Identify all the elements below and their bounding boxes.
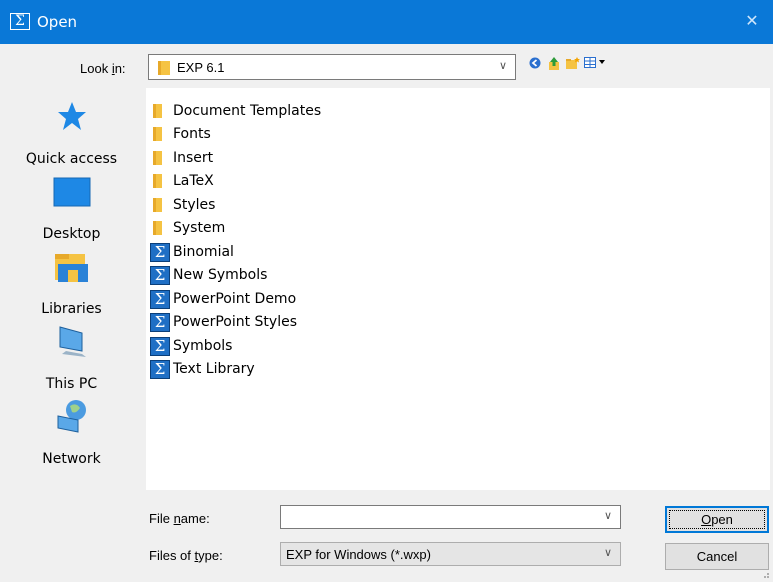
list-item[interactable]: Σ Symbols <box>150 335 232 357</box>
resize-grip-icon[interactable] <box>760 569 770 579</box>
list-item[interactable]: Document Templates <box>150 100 321 122</box>
place-label: This PC <box>45 376 98 392</box>
look-in-value: EXP 6.1 <box>177 60 225 75</box>
look-in-dropdown[interactable]: EXP 6.1 ∨ <box>148 54 516 80</box>
desktop-icon <box>53 177 90 207</box>
back-icon[interactable] <box>527 55 543 71</box>
folder-icon <box>150 148 170 168</box>
sigma-file-icon: Σ <box>150 312 170 332</box>
list-item[interactable]: Styles <box>150 194 215 216</box>
up-folder-icon[interactable] <box>546 55 562 71</box>
folder-icon <box>150 218 170 238</box>
sigma-file-icon: Σ <box>150 242 170 262</box>
sigma-file-icon: Σ <box>150 289 170 309</box>
chevron-down-icon[interactable]: ∨ <box>604 509 612 522</box>
dialog-title: Open <box>37 13 78 31</box>
file-list[interactable]: Document Templates Fonts Insert LaTeX St… <box>146 88 770 490</box>
open-button[interactable]: Open <box>665 506 769 533</box>
navigation-toolbar <box>527 55 606 71</box>
file-name-label: File name: <box>149 511 210 526</box>
place-desktop[interactable]: Desktop <box>6 167 137 242</box>
list-item[interactable]: Σ New Symbols <box>150 264 267 286</box>
quick-access-star-icon <box>57 102 86 130</box>
list-item[interactable]: Σ PowerPoint Demo <box>150 288 296 310</box>
list-item[interactable]: Insert <box>150 147 213 169</box>
folder-icon <box>150 124 170 144</box>
sigma-icon: Σ <box>10 13 30 30</box>
place-quick-access[interactable]: Quick access <box>6 92 137 167</box>
chevron-down-icon: ∨ <box>603 546 612 559</box>
place-network[interactable]: Network <box>6 392 137 467</box>
sigma-file-icon: Σ <box>150 265 170 285</box>
files-of-type-value: EXP for Windows (*.wxp) <box>286 547 431 562</box>
network-icon <box>57 400 86 433</box>
chevron-down-icon: ∨ <box>498 59 507 72</box>
place-libraries[interactable]: Libraries <box>6 242 137 317</box>
place-this-pc[interactable]: This PC <box>6 317 137 392</box>
view-menu-icon[interactable] <box>584 55 606 71</box>
list-item[interactable]: LaTeX <box>150 170 214 192</box>
list-item[interactable]: Σ Text Library <box>150 358 255 380</box>
look-in-label: Look in: <box>80 61 126 76</box>
title-bar: Σ Open ✕ <box>0 0 773 44</box>
folder-icon <box>150 195 170 215</box>
sigma-file-icon: Σ <box>150 359 170 379</box>
files-of-type-label: Files of type: <box>149 548 223 563</box>
place-label: Libraries <box>41 301 102 317</box>
folder-icon <box>150 171 170 191</box>
place-label: Desktop <box>42 226 101 242</box>
list-item[interactable]: Fonts <box>150 123 211 145</box>
libraries-icon <box>54 254 88 282</box>
sigma-file-icon: Σ <box>150 336 170 356</box>
close-button[interactable]: ✕ <box>741 10 763 32</box>
cancel-button[interactable]: Cancel <box>665 543 769 570</box>
list-item[interactable]: System <box>150 217 225 239</box>
file-name-input[interactable]: ∨ <box>280 505 621 529</box>
places-bar: Quick access Desktop Libraries This PC N… <box>6 88 137 485</box>
list-item[interactable]: Σ Binomial <box>150 241 234 263</box>
this-pc-icon <box>59 326 86 357</box>
new-folder-icon[interactable] <box>565 55 581 71</box>
focus-rect <box>669 510 765 529</box>
folder-icon <box>158 61 170 75</box>
folder-icon <box>150 101 170 121</box>
place-label: Network <box>42 451 101 467</box>
place-label: Quick access <box>25 151 118 167</box>
list-item[interactable]: Σ PowerPoint Styles <box>150 311 297 333</box>
files-of-type-dropdown[interactable]: EXP for Windows (*.wxp) ∨ <box>280 542 621 566</box>
